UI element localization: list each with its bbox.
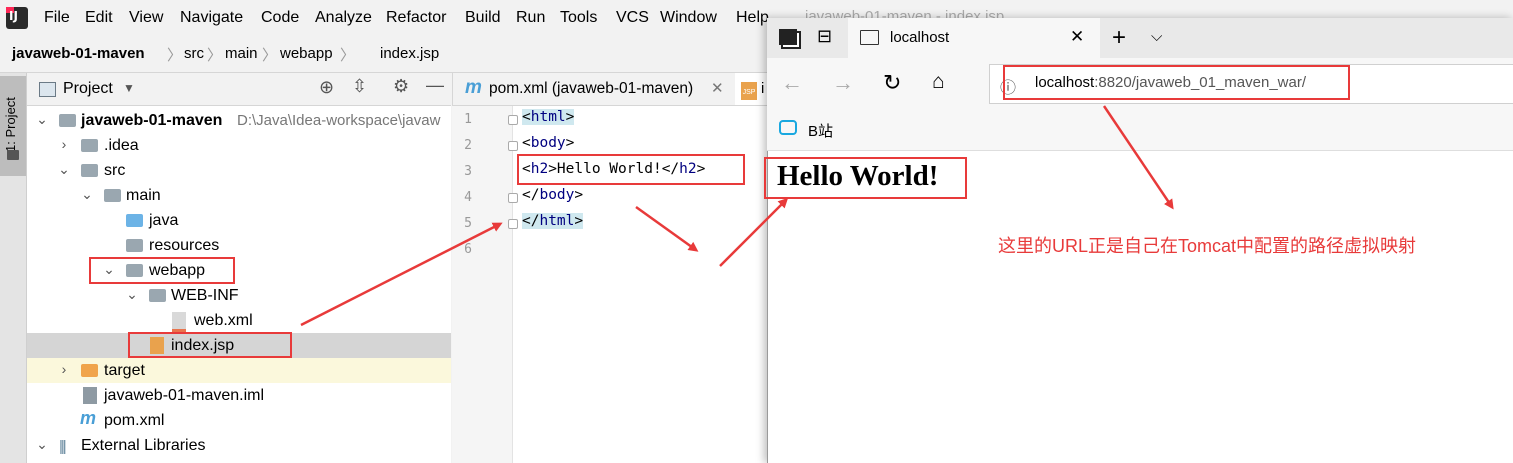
arrow-line [1102, 105, 1174, 210]
annotation-arrows [300, 105, 1174, 327]
arrow-line [719, 197, 789, 267]
arrow-line [300, 222, 503, 327]
arrow-line [635, 205, 699, 252]
